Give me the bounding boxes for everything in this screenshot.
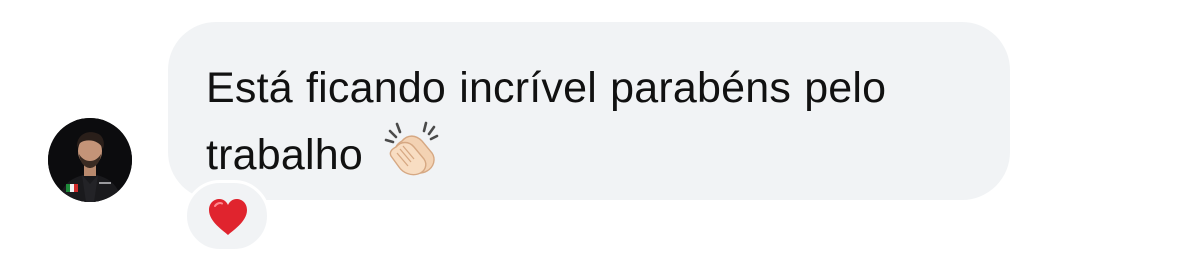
red-heart-icon bbox=[209, 199, 247, 235]
clapping-hands-icon bbox=[382, 119, 440, 177]
reaction-badge[interactable] bbox=[184, 180, 270, 252]
comment-bubble[interactable]: Está ficando incrível parabéns pelo trab… bbox=[168, 22, 1010, 200]
avatar[interactable] bbox=[48, 118, 132, 202]
comment-text: Está ficando incrível parabéns pelo trab… bbox=[206, 58, 970, 186]
comment-text-line1: Está ficando incrível parabéns pelo bbox=[206, 64, 887, 112]
avatar-photo bbox=[48, 118, 132, 202]
comment-text-line2: trabalho bbox=[206, 131, 363, 179]
